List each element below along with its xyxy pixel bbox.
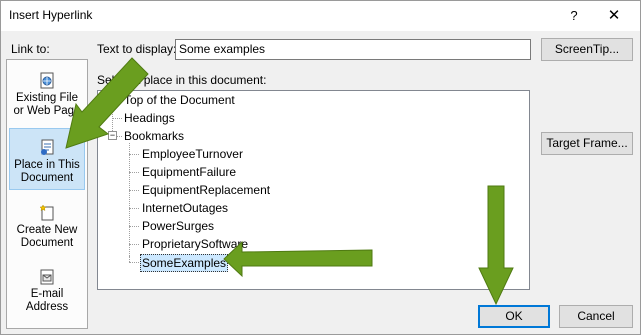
tree-item-bookmarks[interactable]: Bookmarks bbox=[124, 128, 184, 144]
link-existing-file[interactable]: Existing File or Web Page bbox=[9, 72, 85, 118]
globe-page-icon bbox=[40, 72, 53, 89]
bookmarks-collapse-toggle[interactable]: − bbox=[108, 131, 117, 140]
insert-hyperlink-dialog: Insert Hyperlink ? ✕ Link to: Existing F… bbox=[0, 0, 641, 335]
tree-line bbox=[129, 208, 139, 209]
link-to-panel: Existing File or Web Page Place in This … bbox=[6, 59, 88, 329]
link-existing-file-line1: Existing File bbox=[16, 92, 78, 104]
link-place-line2: Document bbox=[20, 172, 74, 184]
select-place-label: Select a place in this document: bbox=[97, 73, 267, 87]
tree-item-bookmark[interactable]: ProprietarySoftware bbox=[142, 236, 248, 252]
tree-line bbox=[129, 244, 139, 245]
tree-line bbox=[112, 118, 122, 119]
tree-item-bookmark[interactable]: PowerSurges bbox=[142, 218, 214, 234]
tree-line bbox=[129, 172, 139, 173]
tree-line bbox=[129, 154, 139, 155]
help-button[interactable]: ? bbox=[559, 5, 589, 27]
tree-item-bookmark[interactable]: InternetOutages bbox=[142, 200, 228, 216]
tree-item-bookmark-selected[interactable]: SomeExamples bbox=[140, 254, 229, 272]
link-create-line1: Create New bbox=[16, 224, 78, 236]
screentip-button[interactable]: ScreenTip... bbox=[541, 38, 633, 61]
link-create-new-document[interactable]: Create New Document bbox=[9, 204, 85, 250]
tree-line bbox=[112, 100, 122, 101]
tree-item-bookmark[interactable]: EmployeeTurnover bbox=[142, 146, 243, 162]
title-bar: Insert Hyperlink ? ✕ bbox=[1, 1, 640, 31]
tree-line bbox=[129, 256, 130, 262]
link-to-label: Link to: bbox=[11, 42, 50, 56]
link-existing-file-line2: or Web Page bbox=[13, 105, 81, 117]
tree-line bbox=[129, 143, 130, 256]
link-place-line1: Place in This bbox=[14, 159, 80, 171]
link-place-in-document[interactable]: Place in This Document bbox=[9, 128, 85, 190]
link-email-line1: E-mail bbox=[30, 288, 64, 300]
text-to-display-label: Text to display: bbox=[97, 42, 177, 56]
text-to-display-input[interactable]: Some examples bbox=[175, 39, 531, 60]
target-frame-button[interactable]: Target Frame... bbox=[541, 132, 633, 155]
tree-line bbox=[117, 136, 122, 137]
link-create-line2: Document bbox=[20, 237, 74, 249]
tree-line bbox=[129, 262, 139, 263]
close-button[interactable]: ✕ bbox=[599, 5, 629, 27]
dialog-title: Insert Hyperlink bbox=[9, 8, 93, 22]
document-place-icon bbox=[40, 139, 53, 155]
link-email-line2: Address bbox=[25, 301, 69, 313]
tree-line bbox=[129, 226, 139, 227]
cancel-button[interactable]: Cancel bbox=[559, 305, 633, 328]
new-document-icon bbox=[38, 204, 53, 221]
ok-button[interactable]: OK bbox=[478, 305, 550, 328]
tree-item-top-of-document[interactable]: Top of the Document bbox=[124, 92, 235, 108]
tree-item-bookmark[interactable]: EquipmentReplacement bbox=[142, 182, 270, 198]
tree-item-bookmark[interactable]: EquipmentFailure bbox=[142, 164, 236, 180]
tree-line bbox=[129, 190, 139, 191]
email-icon bbox=[40, 269, 53, 285]
tree-item-headings[interactable]: Headings bbox=[124, 110, 175, 126]
link-email-address[interactable]: E-mail Address bbox=[9, 268, 85, 314]
document-place-tree[interactable]: − Top of the Document Headings Bookmarks… bbox=[97, 90, 530, 290]
